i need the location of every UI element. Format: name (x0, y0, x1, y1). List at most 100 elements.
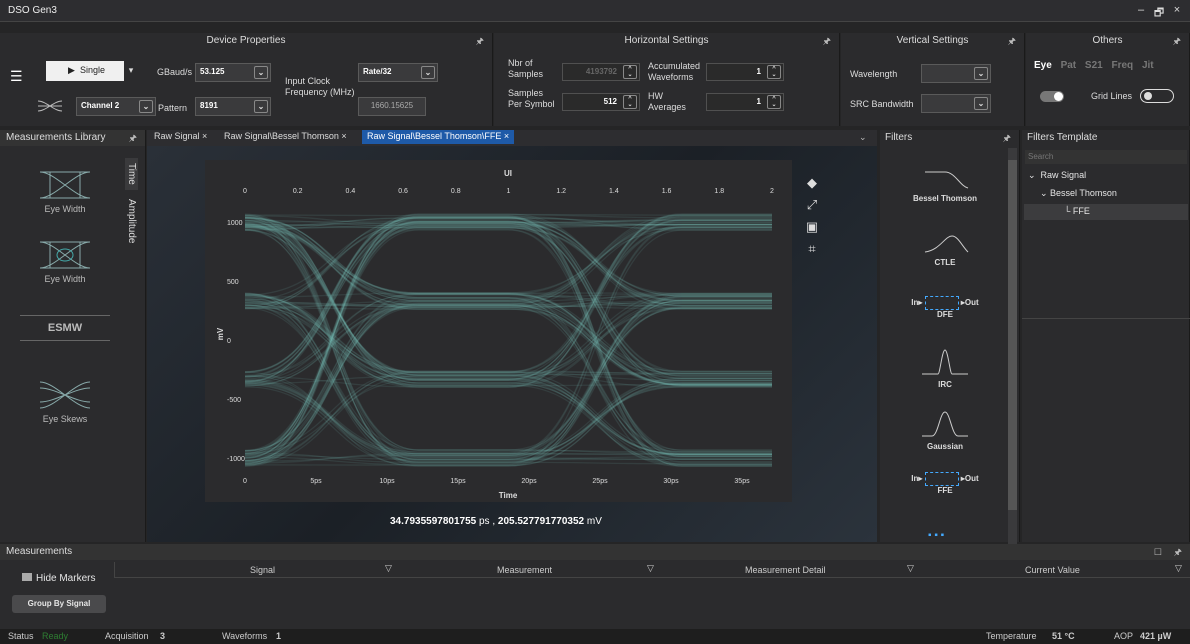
y-tick-label: 500 (227, 279, 239, 286)
acquisition-mode-select[interactable]: ▶ Single ▾ (46, 61, 138, 81)
ui-tick-label: 1.6 (662, 188, 672, 195)
menu-icon[interactable]: ☰ (10, 68, 23, 85)
grid-lines-label: Grid Lines (1091, 91, 1133, 101)
template-tree-bessel[interactable]: ⌄ Bessel Thomson (1040, 188, 1117, 199)
tab-eye[interactable]: Eye (1034, 60, 1052, 71)
minimize-button[interactable]: – (1134, 4, 1148, 16)
pin-icon[interactable]: 🖈 (1173, 33, 1181, 49)
pin-icon[interactable]: 🖈 (1008, 33, 1016, 49)
temperature-value: 51 °C (1052, 631, 1075, 641)
side-tab-time[interactable]: Time (125, 158, 138, 190)
eye-trace (244, 226, 772, 463)
wavelength-select[interactable]: ⌄ (921, 64, 991, 83)
tab-jit[interactable]: Jit (1142, 60, 1154, 71)
lib-eye-skews[interactable]: Eye Skews (10, 378, 120, 424)
y-axis-title: mV (216, 327, 225, 340)
clock-value: 1660.15625 (358, 97, 426, 116)
tab-s21[interactable]: S21 (1085, 60, 1103, 71)
filters-scrollbar[interactable] (1008, 148, 1017, 544)
tab-pat[interactable]: Pat (1061, 60, 1077, 71)
waveforms-label: Waveforms (222, 631, 268, 641)
gbaud-select[interactable]: 53.125 ⌄ (195, 63, 271, 82)
eye-plot[interactable]: UI 0 0.2 0.4 0.6 0.8 1 1.2 1.4 1.6 1.8 2 1000 500 0 -50… (205, 160, 792, 502)
col-measurement[interactable]: Measurement (497, 565, 552, 575)
temperature-label: Temperature (986, 631, 1037, 641)
col-signal[interactable]: Signal (250, 565, 275, 575)
channel-select[interactable]: Channel 2 ⌄ (76, 97, 156, 116)
template-tree-ffe[interactable]: └ FFE (1024, 204, 1188, 220)
time-tick-label: 20ps (521, 478, 537, 485)
ui-tick-label: 2 (770, 188, 774, 195)
tab-freq[interactable]: Freq (1112, 60, 1134, 71)
accumulated-input[interactable]: 1 ^ ⌄ (706, 63, 784, 81)
ui-tick-label: 1.2 (556, 188, 566, 195)
irc-icon (922, 349, 968, 375)
chevron-down-icon[interactable]: ⌄ (859, 132, 867, 143)
app-title: DSO Gen3 (8, 5, 57, 16)
pin-icon[interactable]: 🖈 (823, 33, 831, 49)
ui-tick-label: 1.8 (714, 188, 724, 195)
tab-raw-signal[interactable]: Raw Signal × (149, 130, 212, 144)
nbr-samples-input[interactable]: 4193792 ^ ⌄ (562, 63, 640, 81)
pin-icon[interactable]: 🖈 (476, 33, 484, 49)
lib-eye-width-1[interactable]: Eye Width (10, 168, 120, 214)
pin-icon[interactable]: 🖈 (1174, 544, 1182, 560)
src-bandwidth-select[interactable]: ⌄ (921, 94, 991, 113)
restore-button[interactable]: 🗗 (1152, 4, 1166, 23)
template-tree-root[interactable]: ⌄ Raw Signal (1028, 170, 1086, 181)
others-panel: Others 🖈 Eye Pat S21 Freq Jit Grid Lines (1026, 33, 1190, 126)
side-tab-amplitude[interactable]: Amplitude (125, 192, 138, 250)
pattern-select[interactable]: 8191 ⌄ (195, 97, 271, 116)
filter-icon[interactable]: ▽ (385, 563, 392, 574)
lib-esmw[interactable]: ESMW (20, 315, 110, 341)
eye-trace (244, 225, 772, 456)
eye-toggle[interactable] (1040, 91, 1064, 102)
pin-icon[interactable]: 🖈 (1003, 130, 1011, 146)
ui-tick-label: 0.4 (346, 188, 356, 195)
close-button[interactable]: × (1170, 4, 1184, 16)
ui-tick-label: 0 (243, 188, 247, 195)
lowpass-icon (925, 171, 969, 189)
ui-tick-label: 1 (507, 188, 511, 195)
filter-gaussian[interactable]: Gaussian (900, 410, 990, 451)
measurements-panel: Measurements ☐ 🖈 Hide Markers Group By Sig… (0, 544, 1190, 629)
tab-bessel-thomson[interactable]: Raw Signal\Bessel Thomson × (219, 130, 352, 144)
filter-icon[interactable]: ▽ (907, 563, 914, 574)
crop-icon[interactable]: ⌗ (802, 238, 822, 260)
horizontal-settings-panel: Horizontal Settings 🖈 Nbr of Samples 4193… (494, 33, 840, 126)
rate-select[interactable]: Rate/32 ⌄ (358, 63, 438, 82)
ui-tick-label: 0.8 (451, 188, 461, 195)
time-tick-label: 35ps (734, 478, 750, 485)
filter-icon[interactable]: ▽ (1175, 563, 1182, 574)
eye-width-icon (39, 241, 91, 269)
gaussian-icon (922, 411, 968, 437)
maximize-icon[interactable]: ☐ (1154, 544, 1162, 560)
cursor-y-unit: mV (586, 516, 602, 527)
y-tick-label: -1000 (227, 456, 245, 463)
time-tick-label: 10ps (379, 478, 395, 485)
sps-input[interactable]: 512 ^ ⌄ (562, 93, 640, 111)
tab-ffe[interactable]: Raw Signal\Bessel Thomson\FFE × (362, 130, 515, 144)
pin-icon[interactable]: 🖈 (129, 130, 137, 146)
hide-markers-checkbox[interactable]: Hide Markers (22, 573, 95, 584)
cursor-y: 205.527791770352 (497, 516, 585, 527)
group-by-signal-button[interactable]: Group By Signal (12, 595, 106, 613)
status-label: Status (8, 631, 34, 641)
expand-icon[interactable]: ⤢ (802, 194, 822, 216)
filter-bessel-thomson[interactable]: Bessel Thomson (900, 168, 990, 203)
time-tick-label: 15ps (450, 478, 466, 485)
lib-eye-width-2[interactable]: Eye Width (10, 238, 120, 284)
filter-ffe[interactable]: In▸ ▸Out FFE (900, 472, 990, 495)
eye-width-icon (39, 171, 91, 199)
filter-ctle[interactable]: CTLE (900, 232, 990, 267)
hw-averages-input[interactable]: 1 ^ ⌄ (706, 93, 784, 111)
camera-icon[interactable]: ▣ (802, 216, 822, 238)
eraser-icon[interactable]: ◆ (802, 172, 822, 194)
filter-irc[interactable]: IRC (900, 348, 990, 389)
template-search-input[interactable]: Search (1025, 150, 1187, 164)
filter-dfe[interactable]: In▸ ▸Out DFE (900, 296, 990, 319)
filter-icon[interactable]: ▽ (647, 563, 654, 574)
grid-lines-toggle[interactable] (1140, 89, 1174, 103)
col-current-value[interactable]: Current Value (1025, 565, 1080, 575)
col-measurement-detail[interactable]: Measurement Detail (745, 565, 826, 575)
